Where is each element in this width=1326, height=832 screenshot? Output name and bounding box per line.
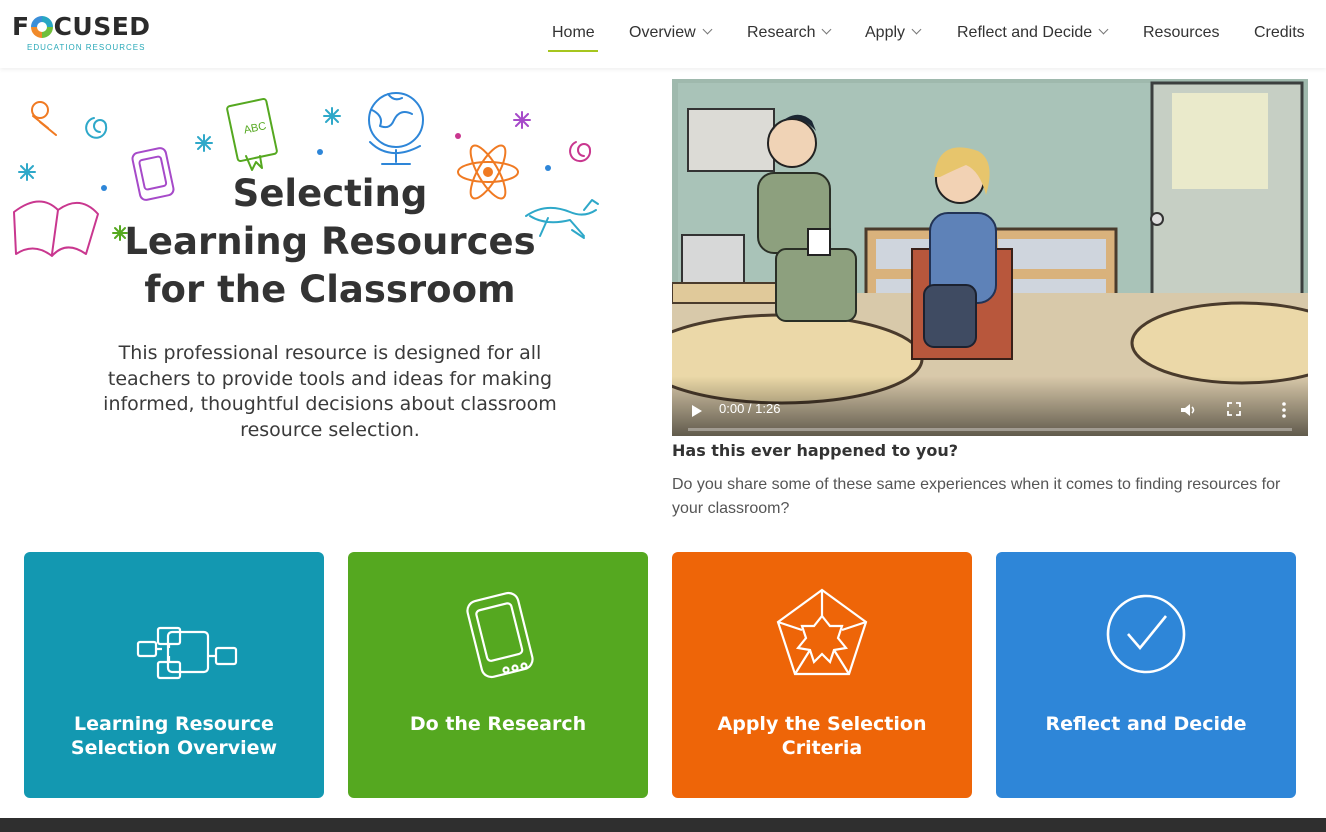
- spiral-icon: [569, 141, 592, 163]
- hero-title: Selecting Learning Resources for the Cla…: [60, 170, 600, 314]
- hero-description: This professional resource is designed f…: [60, 341, 600, 443]
- card-label: Apply the Selection Criteria: [717, 713, 927, 759]
- card-reflect-and-decide[interactable]: Reflect and Decide: [996, 552, 1296, 798]
- video-player[interactable]: 0:00 / 1:26: [672, 79, 1308, 436]
- site-header: F CUSED EDUCATION RESOURCES Home Overview…: [0, 0, 1326, 68]
- hero-description-line: resource selection.: [240, 418, 420, 441]
- asterisk-icon: [513, 111, 531, 129]
- pentagon-icon: [776, 588, 868, 676]
- focused-logo[interactable]: F CUSED EDUCATION RESOURCES: [12, 12, 172, 56]
- card-label: Reflect and Decide: [1045, 713, 1247, 735]
- chevron-down-icon: [1098, 24, 1109, 35]
- card-do-the-research[interactable]: Do the Research: [348, 552, 648, 798]
- footer-bar: [0, 818, 1326, 832]
- volume-icon[interactable]: [1178, 400, 1198, 420]
- fullscreen-icon[interactable]: [1226, 401, 1242, 417]
- logo-tagline: EDUCATION RESOURCES: [27, 43, 146, 52]
- video-progress-bar[interactable]: [688, 428, 1292, 431]
- card-label: Learning Resource Selection Overview: [70, 713, 278, 759]
- chevron-down-icon: [911, 24, 922, 35]
- book-icon: ABC: [226, 98, 278, 171]
- play-icon[interactable]: [692, 405, 702, 417]
- nav-reflect-and-decide[interactable]: Reflect and Decide: [957, 24, 1109, 42]
- nav-research[interactable]: Research: [747, 24, 832, 42]
- hero-description-line: teachers to provide tools and ideas for …: [107, 367, 553, 390]
- hero-title-line: Selecting: [232, 172, 428, 215]
- logo-wordmark: F CUSED: [12, 12, 151, 41]
- hero-description-line: This professional resource is designed f…: [118, 342, 542, 364]
- video-description: Do you share some of these same experien…: [672, 476, 1281, 517]
- card-learning-resource-overview[interactable]: Learning Resource Selection Overview: [24, 552, 324, 798]
- nav-resources[interactable]: Resources: [1143, 24, 1219, 42]
- card-label: Do the Research: [409, 713, 587, 735]
- video-time: 0:00 / 1:26: [719, 401, 781, 416]
- push-pin-icon: [31, 101, 57, 136]
- nav-active-indicator: [548, 50, 598, 52]
- chevron-down-icon: [822, 24, 832, 35]
- hero-title-line: for the Classroom: [144, 268, 516, 311]
- spiral-icon: [85, 117, 108, 139]
- chevron-down-icon: [702, 24, 713, 35]
- nav-home[interactable]: Home: [552, 24, 595, 42]
- svg-text:ABC: ABC: [243, 120, 268, 136]
- video-heading: Has this ever happened to you?: [672, 441, 959, 460]
- hero-title-line: Learning Resources: [124, 220, 536, 263]
- logo-o-icon: [30, 16, 53, 38]
- nav-credits[interactable]: Credits: [1254, 24, 1305, 42]
- card-apply-selection-criteria[interactable]: Apply the Selection Criteria: [672, 552, 972, 798]
- nav-overview[interactable]: Overview: [629, 24, 713, 42]
- flowchart-icon: [136, 626, 238, 680]
- checkmark-circle-icon: [1106, 594, 1186, 674]
- tablet-icon: [466, 591, 534, 679]
- hero-description-line: informed, thoughtful decisions about cla…: [103, 393, 557, 415]
- globe-icon: [368, 92, 424, 165]
- video-controls: 0:00 / 1:26: [672, 376, 1308, 436]
- nav-apply[interactable]: Apply: [865, 24, 922, 42]
- more-options-icon[interactable]: [1276, 400, 1292, 420]
